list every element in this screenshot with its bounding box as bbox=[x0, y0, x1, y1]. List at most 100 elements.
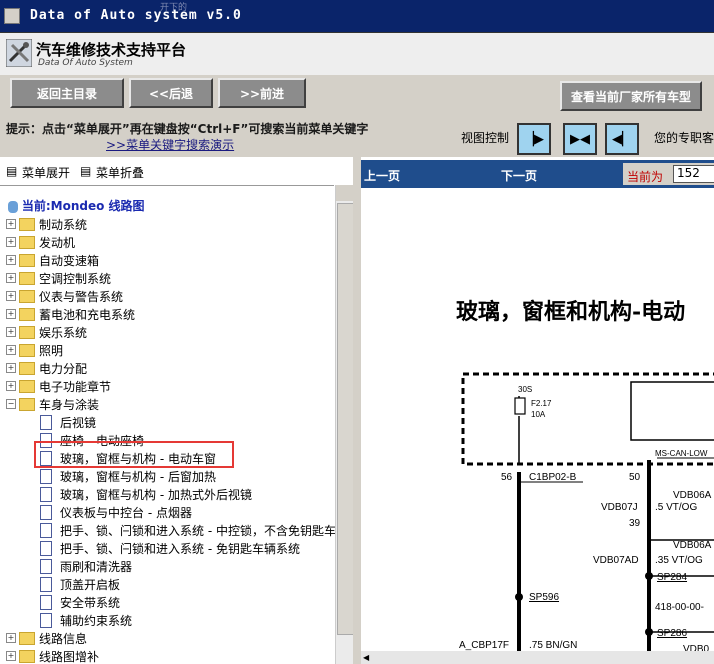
tree-item[interactable]: 雨刷和清洗器 bbox=[40, 557, 132, 575]
current-model: 当前:Mondeo 线路图 bbox=[21, 199, 145, 213]
hint-bar: 提示：点击“菜单展开”再在键盘按“Ctrl+F”可搜索当前菜单关键字 >>菜单关… bbox=[0, 117, 714, 157]
label-vdb06a: VDB06A bbox=[673, 490, 712, 501]
expand-toggle-icon[interactable]: + bbox=[6, 651, 16, 661]
tree-folder[interactable]: + 线路信息 bbox=[6, 629, 87, 647]
tree-item[interactable]: 把手、锁、闩锁和进入系统 - 中控锁，不含免钥匙车 bbox=[40, 521, 336, 539]
label-418: 418-00-00- bbox=[655, 602, 704, 613]
page-icon bbox=[40, 468, 52, 484]
expand-toggle-icon[interactable]: + bbox=[6, 273, 16, 283]
fuse-icon bbox=[514, 397, 526, 415]
tree-label: 电力分配 bbox=[39, 361, 88, 376]
title-bar: 开下的 Data of Auto system v5.0 bbox=[0, 0, 714, 33]
expand-toggle-icon[interactable]: + bbox=[6, 219, 16, 229]
label-fuse-amp: 10A bbox=[531, 410, 546, 419]
tree-item[interactable]: 把手、锁、闩锁和进入系统 - 免钥匙车辆系统 bbox=[40, 539, 300, 557]
view-right-button[interactable]: ◀▏ bbox=[605, 123, 639, 155]
expand-toggle-icon[interactable]: + bbox=[6, 633, 16, 643]
tree-item[interactable]: 安全带系统 bbox=[40, 593, 120, 611]
expand-toggle-icon[interactable]: + bbox=[6, 237, 16, 247]
tree-item[interactable]: 辅助约束系统 bbox=[40, 611, 132, 629]
expand-toggle-icon[interactable]: + bbox=[6, 255, 16, 265]
tree-label: 玻璃，窗框与机构 - 加热式外后视镜 bbox=[60, 487, 252, 502]
tree-label: 雨刷和清洗器 bbox=[60, 559, 133, 574]
forward-button[interactable]: >>前进 bbox=[218, 78, 306, 108]
tree-item[interactable]: 后视镜 bbox=[40, 413, 96, 431]
tree-label: 空调控制系统 bbox=[39, 271, 112, 286]
tools-logo-icon bbox=[6, 39, 32, 67]
tree-folder[interactable]: + 发动机 bbox=[6, 233, 75, 251]
label-sp284: SP284 bbox=[657, 572, 687, 583]
menu-collapse-button[interactable]: 菜单折叠 bbox=[96, 164, 144, 181]
folder-icon bbox=[19, 271, 35, 285]
scroll-thumb[interactable] bbox=[337, 203, 353, 635]
expand-toggle-icon[interactable]: + bbox=[6, 309, 16, 319]
tree-folder[interactable]: + 电子功能章节 bbox=[6, 377, 111, 395]
hint-text: 提示：点击“菜单展开”再在键盘按“Ctrl+F”可搜索当前菜单关键字 bbox=[6, 122, 369, 136]
expand-toggle-icon[interactable]: + bbox=[6, 327, 16, 337]
tree-item[interactable]: 顶盖开启板 bbox=[40, 575, 120, 593]
back-button[interactable]: <<后退 bbox=[129, 78, 213, 108]
expand-toggle-icon[interactable]: + bbox=[6, 381, 16, 391]
tree-folder[interactable]: + 照明 bbox=[6, 341, 63, 359]
tree-label: 自动变速箱 bbox=[39, 253, 100, 268]
folder-icon bbox=[19, 253, 35, 267]
panel-divider[interactable] bbox=[353, 157, 361, 664]
tree-label: 蓄电池和充电系统 bbox=[39, 307, 136, 322]
tree-folder[interactable]: + 自动变速箱 bbox=[6, 251, 99, 269]
folder-icon bbox=[19, 343, 35, 357]
tree-folder[interactable]: + 空调控制系统 bbox=[6, 269, 111, 287]
search-demo-link[interactable]: >>菜单关键字搜索演示 bbox=[106, 136, 234, 153]
tree-item[interactable]: 仪表板与中控台 - 点烟器 bbox=[40, 503, 192, 521]
collapse-icon: ▤ bbox=[80, 164, 92, 178]
scroll-left-icon[interactable]: ◀ bbox=[363, 653, 375, 662]
folder-icon bbox=[19, 631, 35, 645]
label-acbp: A_CBP17F bbox=[459, 640, 509, 651]
menu-bar: ▤ 菜单展开 ▤ 菜单折叠 bbox=[0, 157, 334, 186]
tree-label: 线路图增补 bbox=[39, 649, 100, 664]
app-icon bbox=[4, 8, 20, 24]
tree-label: 娱乐系统 bbox=[39, 325, 88, 340]
page-icon bbox=[40, 522, 52, 538]
app-title: 汽车维修技术支持平台 bbox=[36, 41, 187, 59]
home-button[interactable]: 返回主目录 bbox=[10, 78, 124, 108]
app-subtitle: Data Of Auto System bbox=[38, 58, 133, 68]
expand-toggle-icon[interactable]: + bbox=[6, 345, 16, 355]
tree-scrollbar[interactable] bbox=[335, 185, 353, 664]
label-vdb06a-2: VDB06A bbox=[673, 540, 712, 551]
tree-folder[interactable]: + 娱乐系统 bbox=[6, 323, 87, 341]
tree-item[interactable]: 玻璃，窗框与机构 - 加热式外后视镜 bbox=[40, 485, 252, 503]
expand-toggle-icon[interactable]: + bbox=[6, 291, 16, 301]
folder-icon bbox=[19, 289, 35, 303]
folder-icon bbox=[19, 397, 35, 411]
tree-label: 顶盖开启板 bbox=[60, 577, 121, 592]
collapse-toggle-icon[interactable]: − bbox=[6, 399, 16, 409]
page-icon bbox=[40, 540, 52, 556]
view-left-button[interactable]: ▕▶ bbox=[517, 123, 551, 155]
expand-toggle-icon[interactable]: + bbox=[6, 363, 16, 373]
tree-label: 安全带系统 bbox=[60, 595, 121, 610]
tree-label: 仪表与警告系统 bbox=[39, 289, 124, 304]
diagram-viewer: 上一页 下一页 当前为 152 玻璃，窗框和机构-电动 30S F2.17 10… bbox=[361, 160, 714, 664]
folder-icon bbox=[19, 361, 35, 375]
menu-expand-button[interactable]: 菜单展开 bbox=[22, 164, 70, 181]
tree-folder[interactable]: + 制动系统 bbox=[6, 215, 87, 233]
page-icon bbox=[40, 486, 52, 502]
tree-folder[interactable]: + 仪表与警告系统 bbox=[6, 287, 123, 305]
tree-folder[interactable]: − 车身与涂装 bbox=[6, 395, 99, 413]
view-split-button[interactable]: ▶◀ bbox=[563, 123, 597, 155]
label-30s: 30S bbox=[518, 385, 532, 394]
viewer-scrollbar[interactable]: ◀ bbox=[361, 651, 714, 664]
tree-folder[interactable]: + 蓄电池和充电系统 bbox=[6, 305, 135, 323]
scroll-up-icon[interactable] bbox=[336, 185, 353, 201]
page-icon bbox=[40, 576, 52, 592]
page-icon bbox=[40, 504, 52, 520]
folder-icon bbox=[19, 217, 35, 231]
module-box bbox=[630, 381, 714, 441]
page-icon bbox=[40, 414, 52, 430]
tree-folder[interactable]: + 电力分配 bbox=[6, 359, 87, 377]
tree-label: 把手、锁、闩锁和进入系统 - 中控锁，不含免钥匙车 bbox=[60, 523, 336, 538]
label-ms-can: MS-CAN-LOW bbox=[655, 449, 708, 458]
tree-folder[interactable]: + 线路图增补 bbox=[6, 647, 99, 664]
tree-item[interactable]: 玻璃，窗框与机构 - 后窗加热 bbox=[40, 467, 216, 485]
all-models-button[interactable]: 查看当前厂家所有车型 bbox=[560, 81, 702, 111]
